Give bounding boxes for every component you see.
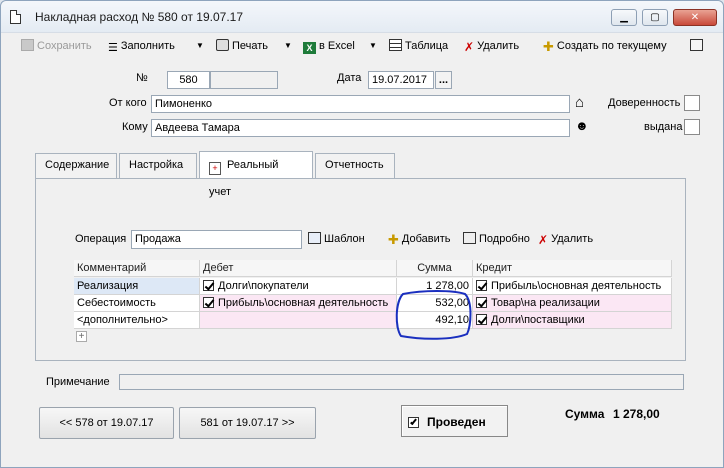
credit-cell[interactable]: Товар\на реализации [473, 295, 672, 312]
printer-icon [216, 39, 229, 51]
credit-cell[interactable]: Прибыль\основная деятельность [473, 278, 672, 295]
minimize-button[interactable]: ▁ [611, 9, 637, 26]
debit-cell[interactable] [200, 312, 397, 329]
checkbox-checked[interactable] [203, 280, 214, 291]
delete-button[interactable]: ✗ Удалить [464, 36, 519, 56]
excel-button[interactable]: Xв Excel [303, 36, 355, 56]
plus-icon: ✚ [543, 39, 554, 54]
date-label: Дата [337, 72, 362, 84]
plus-document-icon: + [209, 162, 221, 175]
date-field[interactable]: 19.07.2017 [368, 71, 434, 89]
table-button[interactable]: Таблица [389, 36, 448, 56]
document-window: Накладная расход № 580 от 19.07.17 ▁ ▢ ✕… [0, 0, 724, 468]
print-button[interactable]: Печать [216, 36, 268, 56]
save-button[interactable]: Сохранить [21, 36, 92, 56]
print-dropdown-arrow[interactable]: ▼ [284, 41, 292, 50]
tab-settings[interactable]: Настройка [119, 153, 197, 178]
maximize-button[interactable]: ▢ [642, 9, 668, 26]
tab-reporting[interactable]: Отчетность [315, 153, 395, 178]
delete-icon: ✗ [538, 233, 549, 247]
delete-icon: ✗ [464, 40, 475, 54]
excel-icon: X [303, 42, 316, 54]
excel-dropdown-arrow[interactable]: ▼ [369, 41, 377, 50]
table-row[interactable]: Реализация Долги\покупатели 1 278,00 При… [74, 278, 672, 295]
to-field[interactable]: Авдеева Тамара [151, 119, 570, 137]
prev-document-button[interactable]: << 578 от 19.07.17 [39, 407, 174, 439]
add-button[interactable]: ✚ Добавить [388, 229, 451, 249]
annotation-circle [395, 290, 472, 340]
number-field[interactable]: 580 [167, 71, 210, 89]
add-row-button[interactable]: + [76, 331, 87, 342]
column-header-credit[interactable]: Кредит [473, 260, 672, 277]
refresh-icon[interactable] [690, 36, 706, 56]
document-icon [10, 10, 21, 24]
total-label: Сумма [565, 407, 605, 421]
template-icon [308, 232, 321, 244]
issued-field[interactable] [684, 119, 700, 135]
fill-dropdown-arrow[interactable]: ▼ [196, 41, 204, 50]
details-button[interactable]: Подробно [463, 229, 530, 249]
from-label: От кого [109, 97, 147, 109]
grid-header: Комментарий Дебет Сумма Кредит [74, 260, 672, 277]
template-button[interactable]: Шаблон [308, 229, 365, 249]
date-picker-button[interactable]: ... [435, 71, 452, 89]
note-field[interactable] [119, 374, 684, 390]
table-icon [389, 39, 402, 51]
debit-cell[interactable]: Долги\покупатели [200, 278, 397, 295]
to-label: Кому [122, 121, 148, 133]
proxy-field[interactable] [684, 95, 700, 111]
posted-label: Проведен [427, 415, 486, 429]
save-icon [21, 39, 34, 51]
fill-icon: ☰ [108, 42, 118, 54]
fill-button[interactable]: ☰ Заполнить [108, 36, 175, 56]
delete-row-button[interactable]: ✗ Удалить [538, 229, 593, 249]
tab-real-accounting[interactable]: + Реальный учет [199, 151, 313, 198]
operation-field[interactable]: Продажа [131, 230, 302, 249]
debit-cell[interactable]: Прибыль\основная деятельность [200, 295, 397, 312]
title-bar: Накладная расход № 580 от 19.07.17 ▁ ▢ ✕ [1, 1, 723, 33]
next-document-button[interactable]: 581 от 19.07.17 >> [179, 407, 316, 439]
details-icon [463, 232, 476, 244]
number-suffix-field[interactable] [210, 71, 278, 89]
checkbox-checked[interactable] [476, 314, 487, 325]
toolbar: Сохранить ☰ Заполнить ▼ Печать ▼ Xв Excel… [15, 36, 715, 56]
issued-label: выдана [644, 121, 683, 133]
window-title: Накладная расход № 580 от 19.07.17 [35, 10, 244, 24]
column-header-comment[interactable]: Комментарий [74, 260, 200, 277]
column-header-debit[interactable]: Дебет [200, 260, 397, 277]
checkbox-checked[interactable] [203, 297, 214, 308]
comment-cell[interactable]: Себестоимость [74, 295, 200, 312]
create-by-current-button[interactable]: ✚ Создать по текущему [543, 36, 667, 56]
check-icon [410, 417, 417, 426]
note-label: Примечание [46, 376, 110, 388]
number-label: № [136, 72, 148, 84]
close-button[interactable]: ✕ [673, 9, 717, 26]
total-value: 1 278,00 [613, 407, 660, 421]
home-icon[interactable]: ⌂ [575, 94, 584, 111]
checkbox-checked[interactable] [476, 297, 487, 308]
column-header-sum[interactable]: Сумма [397, 260, 473, 277]
from-field[interactable]: Пимоненко [151, 95, 570, 113]
comment-cell[interactable]: <дополнительно> [74, 312, 200, 329]
checkbox-checked[interactable] [476, 280, 487, 291]
person-icon[interactable]: ☻ [575, 118, 589, 133]
proxy-label: Доверенность [608, 97, 681, 109]
credit-cell[interactable]: Долги\поставщики [473, 312, 672, 329]
table-row[interactable]: Себестоимость Прибыль\основная деятельно… [74, 295, 672, 312]
table-row[interactable]: <дополнительно> 492,10 Долги\поставщики [74, 312, 672, 329]
posted-toggle[interactable]: Проведен [401, 405, 508, 437]
operation-label: Операция [75, 233, 127, 245]
posted-checkbox[interactable] [408, 417, 419, 428]
plus-icon: ✚ [388, 232, 399, 247]
tab-content[interactable]: Содержание [35, 153, 117, 178]
comment-cell[interactable]: Реализация [74, 278, 200, 295]
